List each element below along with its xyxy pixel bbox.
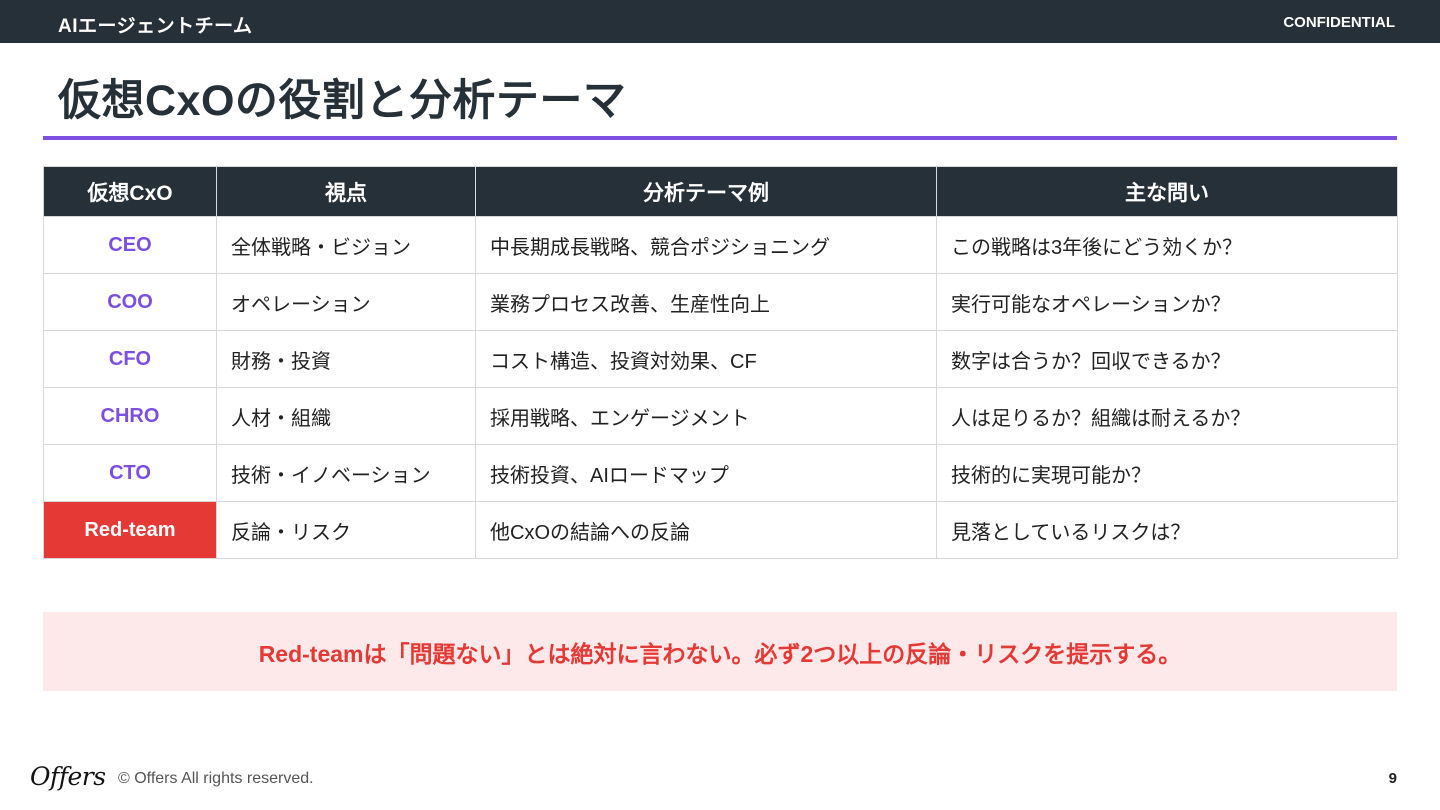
theme-cell: 他CxOの結論への反論 <box>475 501 937 559</box>
header-cxo: 仮想CxO <box>43 166 217 217</box>
perspective-cell: オペレーション <box>216 273 476 331</box>
theme-cell: 採用戦略、エンゲージメント <box>475 387 937 445</box>
theme-cell: 業務プロセス改善、生産性向上 <box>475 273 937 331</box>
table-row: CFO 財務・投資 コスト構造、投資対効果、CF 数字は合うか？回収できるか？ <box>43 330 1398 388</box>
question-cell: 人は足りるか？組織は耐えるか？ <box>936 387 1398 445</box>
table-row: Red-team 反論・リスク 他CxOの結論への反論 見落としているリスクは？ <box>43 501 1398 559</box>
copyright-text: © Offers All rights reserved. <box>118 770 314 787</box>
perspective-cell: 反論・リスク <box>216 501 476 559</box>
perspective-cell: 財務・投資 <box>216 330 476 388</box>
cxo-table: 仮想CxO 視点 分析テーマ例 主な問い CEO 全体戦略・ビジョン 中長期成長… <box>43 166 1398 559</box>
question-cell: 見落としているリスクは？ <box>936 501 1398 559</box>
offers-logo: Offers <box>30 762 106 791</box>
table-row: CEO 全体戦略・ビジョン 中長期成長戦略、競合ポジショニング この戦略は3年後… <box>43 216 1398 274</box>
theme-cell: コスト構造、投資対効果、CF <box>475 330 937 388</box>
role-cell: CFO <box>43 330 217 388</box>
table-header-row: 仮想CxO 視点 分析テーマ例 主な問い <box>43 166 1398 217</box>
question-cell: この戦略は3年後にどう効くか？ <box>936 216 1398 274</box>
page-title: 仮想CxOの役割と分析テーマ <box>58 77 627 125</box>
role-cell-red-team: Red-team <box>43 501 217 559</box>
role-cell: CEO <box>43 216 217 274</box>
header-perspective: 視点 <box>216 166 476 217</box>
perspective-cell: 全体戦略・ビジョン <box>216 216 476 274</box>
table-row: CTO 技術・イノベーション 技術投資、AIロードマップ 技術的に実現可能か？ <box>43 444 1398 502</box>
perspective-cell: 人材・組織 <box>216 387 476 445</box>
header-theme: 分析テーマ例 <box>475 166 937 217</box>
top-bar: AIエージェントチーム CONFIDENTIAL <box>0 0 1440 43</box>
role-cell: CHRO <box>43 387 217 445</box>
theme-cell: 中長期成長戦略、競合ポジショニング <box>475 216 937 274</box>
confidential-label: CONFIDENTIAL <box>1283 14 1395 31</box>
title-underline <box>43 136 1397 140</box>
theme-cell: 技術投資、AIロードマップ <box>475 444 937 502</box>
question-cell: 実行可能なオペレーションか？ <box>936 273 1398 331</box>
table-row: COO オペレーション 業務プロセス改善、生産性向上 実行可能なオペレーションか… <box>43 273 1398 331</box>
question-cell: 技術的に実現可能か？ <box>936 444 1398 502</box>
role-cell: COO <box>43 273 217 331</box>
team-name: AIエージェントチーム <box>58 16 253 37</box>
page-number: 9 <box>1388 770 1397 787</box>
role-cell: CTO <box>43 444 217 502</box>
table-row: CHRO 人材・組織 採用戦略、エンゲージメント 人は足りるか？組織は耐えるか？ <box>43 387 1398 445</box>
header-question: 主な問い <box>936 166 1398 217</box>
red-team-callout: Red-teamは「問題ない」とは絶対に言わない。必ず2つ以上の反論・リスクを提… <box>43 612 1397 691</box>
perspective-cell: 技術・イノベーション <box>216 444 476 502</box>
question-cell: 数字は合うか？回収できるか？ <box>936 330 1398 388</box>
